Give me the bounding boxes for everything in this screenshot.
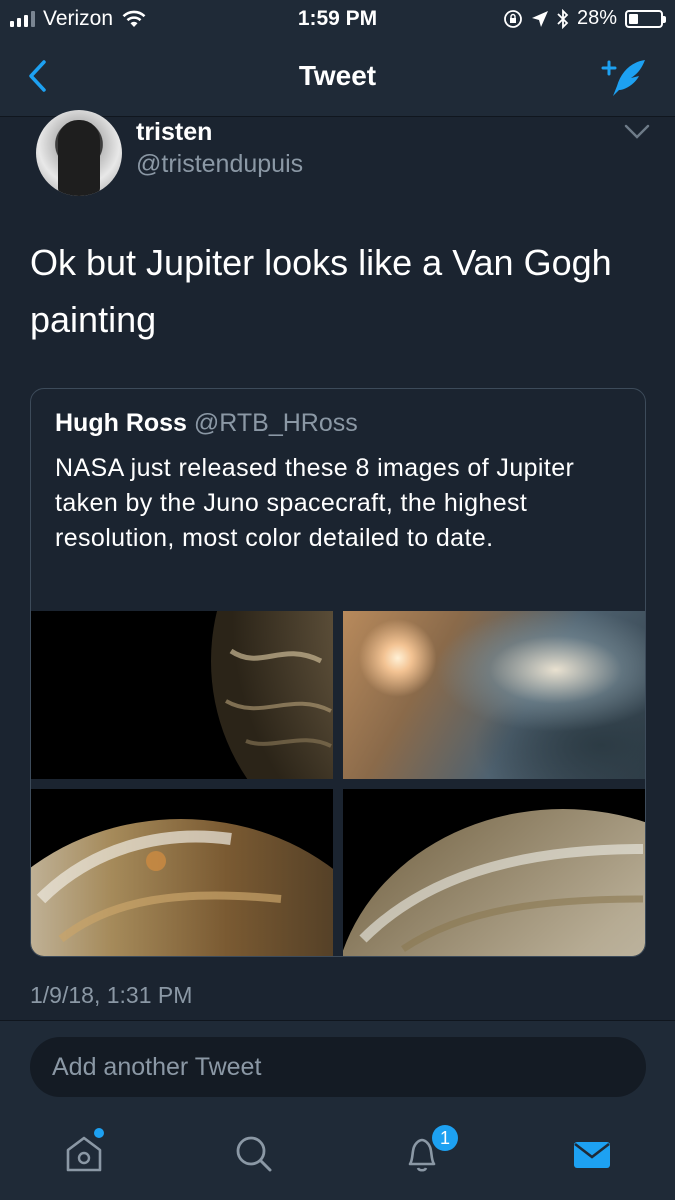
bluetooth-icon	[557, 8, 569, 29]
quoted-author-name: Hugh Ross	[55, 409, 187, 437]
notifications-badge: 1	[432, 1125, 458, 1151]
media-image-3[interactable]	[31, 789, 333, 956]
quoted-tweet[interactable]: Hugh Ross @RTB_HRoss NASA just released …	[30, 388, 646, 957]
battery-percent: 28%	[576, 7, 617, 29]
media-image-1[interactable]	[31, 611, 333, 779]
chevron-down-icon[interactable]	[624, 124, 650, 140]
home-icon[interactable]	[62, 1132, 106, 1176]
nav-bar: Tweet	[0, 38, 675, 117]
avatar[interactable]	[36, 110, 122, 196]
tweet-timestamp: 1/9/18, 1:31 PM	[30, 982, 193, 1008]
media-grid	[31, 611, 645, 956]
author-name[interactable]: tristen	[136, 118, 212, 147]
quoted-tweet-text: NASA just released these 8 images of Jup…	[55, 454, 575, 552]
messages-icon[interactable]	[570, 1132, 614, 1176]
reply-bar: Add another Tweet	[0, 1020, 675, 1113]
media-image-4[interactable]	[343, 789, 645, 956]
quoted-tweet-header: Hugh Ross @RTB_HRoss	[55, 409, 358, 438]
battery-icon	[625, 9, 666, 28]
status-bar: Verizon 1:59 PM 28%	[0, 0, 675, 38]
location-arrow-icon	[531, 10, 548, 27]
home-new-dot	[94, 1128, 104, 1138]
lock-rotation-icon	[504, 9, 522, 28]
quoted-author-handle: @RTB_HRoss	[193, 409, 358, 437]
reply-input[interactable]: Add another Tweet	[30, 1037, 646, 1097]
tab-bar	[0, 1112, 675, 1200]
media-image-2[interactable]	[343, 611, 645, 779]
tweet-text: Ok but Jupiter looks like a Van Gogh pai…	[30, 242, 612, 340]
search-icon[interactable]	[232, 1132, 276, 1176]
compose-tweet-icon[interactable]	[601, 56, 651, 100]
status-right-group: 28%	[503, 7, 666, 30]
author-handle[interactable]: @tristendupuis	[136, 150, 303, 179]
page-title: Tweet	[298, 60, 377, 91]
